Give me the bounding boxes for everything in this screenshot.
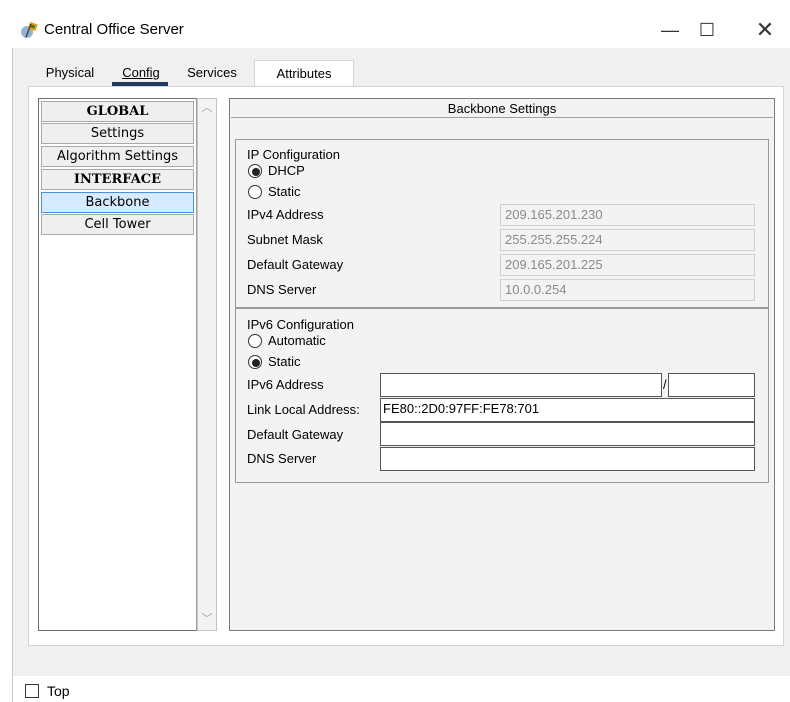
default-gateway-field[interactable]: 209.165.201.225 [500,254,755,276]
sidebar-item-cell-tower[interactable]: Cell Tower [41,214,194,235]
ipv6-config-heading: IPv6 Configuration [247,317,354,332]
ip-config-heading: IP Configuration [247,147,340,162]
link-local-label: Link Local Address: [247,402,360,417]
sidebar-item-backbone[interactable]: Backbone [41,192,194,213]
dhcp-label: DHCP [268,163,305,178]
static-label: Static [268,184,301,199]
dns-server-field[interactable]: 10.0.0.254 [500,279,755,301]
sidebar-scrollbar[interactable] [197,98,217,631]
tab-label: Attributes [276,66,332,81]
app-icon [20,20,40,40]
tab-attributes[interactable]: Attributes [254,60,354,87]
tab-label: Config [122,65,160,80]
close-button[interactable]: ✕ [745,14,785,46]
top-checkbox[interactable] [25,684,39,698]
window-title: Central Office Server [44,21,184,38]
top-label: Top [47,683,70,699]
link-local-input[interactable]: FE80::2D0:97FF:FE78:701 [380,398,755,422]
dns-server-label: DNS Server [247,282,317,297]
subnet-mask-field[interactable]: 255.255.255.224 [500,229,755,251]
ipv6-address-label: IPv6 Address [247,377,324,392]
sidebar-header-global: GLOBAL [41,101,194,122]
ipv6-dns-input[interactable] [380,447,755,471]
ipv6-gateway-label: Default Gateway [247,427,344,442]
sidebar-item-algorithm-settings[interactable]: Algorithm Settings [41,146,194,167]
tab-label: Physical [45,65,95,80]
dhcp-radio[interactable] [248,164,262,178]
default-gateway-label: Default Gateway [247,257,344,272]
ipv6-prefix-input[interactable] [668,373,755,397]
ipv4-address-field[interactable]: 209.165.201.230 [500,204,755,226]
static-radio[interactable] [248,185,262,199]
maximize-button[interactable]: ☐ [687,14,727,46]
tab-services[interactable]: Services [170,60,254,86]
ipv6-address-input[interactable] [380,373,662,397]
ipv6-dns-label: DNS Server [247,451,317,466]
panel-title: Backbone Settings [231,100,773,118]
tab-label: Services [187,65,237,80]
sidebar-header-interface: INTERFACE [41,169,194,190]
automatic-radio[interactable] [248,334,262,348]
scroll-up-icon[interactable]: ︿ [200,101,214,115]
ipv6-static-label: Static [268,354,301,369]
tab-physical[interactable]: Physical [40,60,100,86]
ipv6-static-radio[interactable] [248,355,262,369]
minimize-button[interactable]: — [650,14,690,46]
ipv6-gateway-input[interactable] [380,422,755,446]
automatic-label: Automatic [268,333,326,348]
prefix-separator: / [663,377,667,392]
subnet-mask-label: Subnet Mask [247,232,323,247]
scroll-down-icon[interactable]: ﹀ [200,612,214,626]
sidebar-item-settings[interactable]: Settings [41,123,194,144]
ipv4-address-label: IPv4 Address [247,207,324,222]
